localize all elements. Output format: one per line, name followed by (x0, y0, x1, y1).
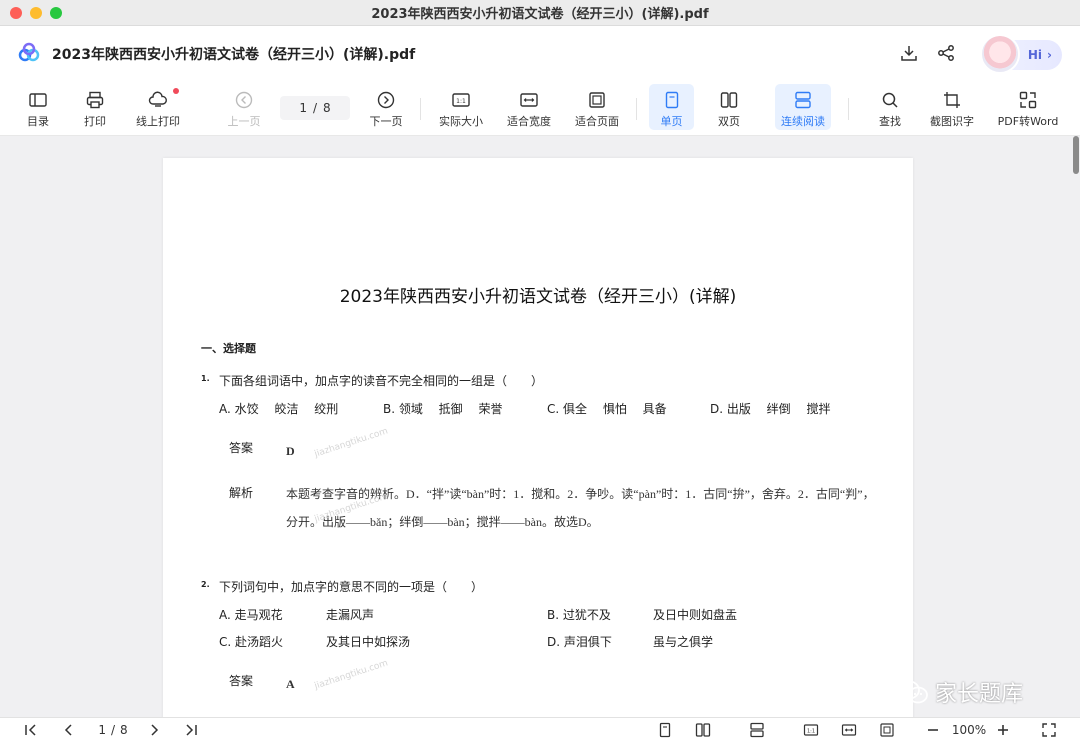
search-icon (882, 92, 898, 108)
watermark-text: jiazhangtiku.com (313, 658, 390, 692)
share-icon[interactable] (935, 42, 957, 64)
zoom-out-button[interactable] (924, 721, 942, 739)
brand-watermark: 家长题库 (895, 676, 1023, 708)
page-number-input[interactable]: 1 / 8 (280, 96, 350, 120)
fit-page-icon[interactable] (878, 721, 896, 739)
fullscreen-icon[interactable] (1040, 721, 1058, 739)
fit-width-icon[interactable] (840, 721, 858, 739)
bottom-bar: 1 / 8 1:1 100% (0, 717, 1080, 741)
zoom-in-button[interactable] (994, 721, 1012, 739)
toolbar-divider (420, 98, 421, 120)
continuous-scroll-icon (795, 91, 811, 109)
fit-page-button[interactable]: 适合页面 (572, 84, 622, 130)
question-option: B. 过犹不及 (547, 608, 611, 622)
chevron-right-icon[interactable] (145, 721, 163, 739)
assistant-avatar (980, 34, 1020, 74)
window-controls (10, 7, 62, 19)
actual-size-icon[interactable]: 1:1 (802, 721, 820, 739)
question-option: C. 俱全 惧怕 具备 (547, 402, 667, 416)
minimize-window-button[interactable] (30, 7, 42, 19)
question-option: A. 走马观花 (219, 608, 283, 622)
main-toolbar: 目录 打印 线上打印 上一页 1 / 8 下一页 1:1 实际大小 适合宽度 适… (0, 80, 1080, 136)
screenshot-ocr-button[interactable]: 截图识字 (926, 84, 978, 130)
app-header: 2023年陕西西安小升初语文试卷（经开三小）(详解).pdf Hi › (0, 26, 1080, 80)
window-titlebar: 2023年陕西西安小升初语文试卷（经开三小）(详解).pdf (0, 0, 1080, 26)
fit-page-icon (589, 92, 605, 108)
wechat-icon (896, 680, 928, 704)
answer-value: D (286, 444, 295, 458)
notification-dot (173, 88, 179, 94)
svg-text:1:1: 1:1 (807, 728, 815, 734)
pdf-page: 2023年陕西西安小升初语文试卷（经开三小）(详解) 一、选择题 1. 下面各组… (163, 158, 913, 717)
zoom-level[interactable]: 100% (948, 721, 990, 739)
pdf-to-word-button[interactable]: PDF转Word (994, 84, 1062, 130)
analysis-text: 本题考查字音的辨析。D．“拌”读“bàn”时：1．搅和。2．争吵。读“pàn”时… (286, 487, 875, 529)
sidebar-icon (29, 93, 47, 107)
svg-text:1:1: 1:1 (456, 98, 466, 105)
last-page-icon[interactable] (182, 721, 200, 739)
document-viewport[interactable]: 2023年陕西西安小升初语文试卷（经开三小）(详解) 一、选择题 1. 下面各组… (0, 136, 1080, 717)
question-option: 走漏风声 (326, 608, 375, 622)
double-page-icon[interactable] (694, 721, 712, 739)
toolbar-divider (636, 98, 637, 120)
question-option: 及日中则如盘盂 (653, 608, 738, 622)
cloud-print-icon (148, 91, 167, 107)
question-option: D. 声泪俱下 (547, 635, 612, 649)
printer-icon (86, 91, 104, 109)
section-heading: 一、选择题 (201, 342, 256, 355)
chevron-right-icon: › (1047, 48, 1052, 62)
question-number: 2. (201, 580, 210, 589)
question-number: 1. (201, 374, 210, 383)
actual-size-icon: 1:1 (452, 93, 470, 107)
arrow-right-circle-icon (377, 91, 395, 109)
double-page-icon (720, 92, 738, 108)
download-icon[interactable] (898, 42, 920, 64)
document-title: 2023年陕西西安小升初语文试卷（经开三小）(详解).pdf (52, 47, 416, 63)
prev-page-button[interactable]: 上一页 (224, 84, 264, 130)
fit-width-button[interactable]: 适合宽度 (504, 84, 554, 130)
app-logo-icon (18, 42, 40, 62)
arrow-left-circle-icon (235, 91, 253, 109)
answer-label: 答案 (229, 441, 254, 455)
continuous-scroll-icon[interactable] (748, 721, 766, 739)
single-page-icon (665, 91, 678, 109)
first-page-icon[interactable] (22, 721, 40, 739)
bottom-page-indicator[interactable]: 1 / 8 (90, 721, 136, 739)
window-title: 2023年陕西西安小升初语文试卷（经开三小）(详解).pdf (371, 7, 709, 22)
search-button[interactable]: 查找 (870, 84, 910, 130)
close-window-button[interactable] (10, 7, 22, 19)
continuous-read-button[interactable]: 连续阅读 (775, 84, 831, 130)
double-page-button[interactable]: 双页 (708, 84, 750, 130)
toolbar-divider (848, 98, 849, 120)
chevron-left-icon[interactable] (60, 721, 78, 739)
convert-icon (1019, 91, 1037, 109)
toc-button[interactable]: 目录 (20, 84, 56, 130)
brand-watermark-text: 家长题库 (935, 682, 1024, 707)
single-page-icon[interactable] (656, 721, 674, 739)
question-option: 虽与之俱学 (653, 635, 714, 649)
actual-size-button[interactable]: 1:1 实际大小 (436, 84, 486, 130)
answer-value: A (286, 677, 295, 691)
question-option: C. 赴汤蹈火 (219, 635, 284, 649)
hi-label: Hi (1027, 48, 1043, 62)
assistant-hi-button[interactable]: Hi › (980, 34, 1062, 74)
maximize-window-button[interactable] (50, 7, 62, 19)
question-option: B. 领域 抵御 荣誉 (383, 402, 503, 416)
next-page-button[interactable]: 下一页 (366, 84, 406, 130)
question-option: A. 水饺 皎洁 绞刑 (219, 402, 339, 416)
crop-icon (944, 92, 960, 108)
fit-width-icon (520, 93, 538, 107)
exam-title: 2023年陕西西安小升初语文试卷（经开三小）(详解) (339, 287, 737, 307)
vertical-scrollbar[interactable] (1073, 136, 1079, 174)
question-option: 及其日中如探汤 (326, 635, 411, 649)
question-option: D. 出版 绊倒 搅拌 (710, 402, 831, 416)
answer-label: 答案 (229, 674, 254, 688)
single-page-button[interactable]: 单页 (649, 84, 694, 130)
analysis-label: 解析 (229, 486, 254, 500)
question-text: 下列词句中，加点字的意思不同的一项是（ ） (219, 580, 484, 594)
question-text: 下面各组词语中，加点字的读音不完全相同的一组是（ ） (219, 374, 544, 388)
watermark-text: jiazhangtiku.com (313, 426, 390, 460)
print-button[interactable]: 打印 (78, 84, 112, 130)
